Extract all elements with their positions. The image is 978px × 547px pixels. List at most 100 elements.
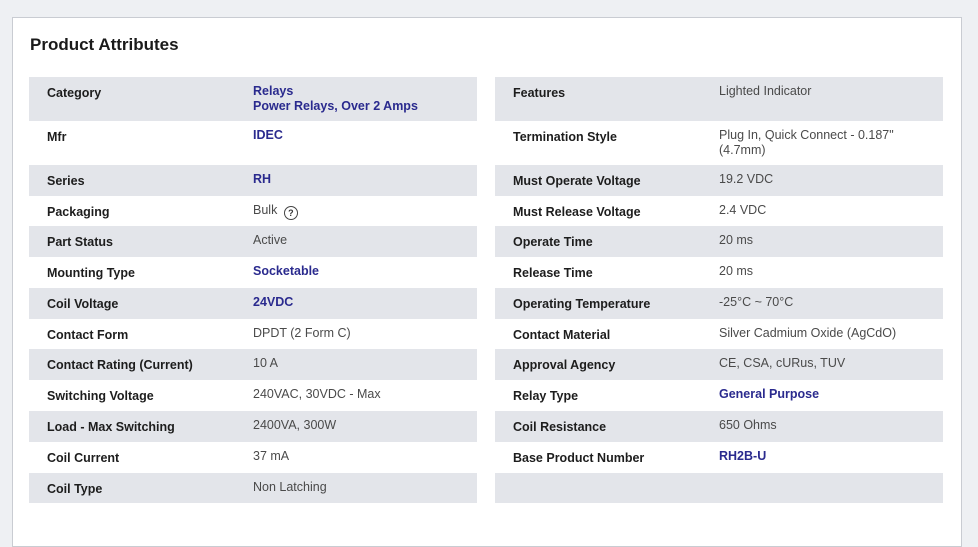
attribute-label: Coil Resistance [513,420,607,434]
attribute-value-text: 650 Ohms [719,418,777,432]
attribute-label: Series [47,174,85,188]
attribute-value [719,480,943,503]
help-icon[interactable]: ? [283,206,298,220]
attribute-label: Operating Temperature [513,297,651,311]
attribute-value: DPDT (2 Form C) [253,326,477,349]
attribute-value-link[interactable]: RH [253,172,469,187]
attribute-value-text: 20 ms [719,264,754,278]
attribute-value: 20 ms [719,233,943,257]
attribute-label: Relay Type [513,389,579,403]
attribute-value: 2400VA, 300W [253,418,477,442]
attribute-value: 24VDC [253,295,477,319]
attribute-row-base-product-number: Base Product Number RH2B-U [495,442,943,473]
attribute-value: 37 mA [253,449,477,473]
attribute-label: Packaging [47,205,110,219]
attribute-label: Must Release Voltage [513,205,641,219]
attribute-value: General Purpose [719,387,943,411]
attributes-right-column: Features Lighted Indicator Termination Sty… [495,77,943,503]
attribute-row-coil-voltage: Coil Voltage 24VDC [29,288,477,319]
attribute-value-link[interactable]: 24VDC [253,295,469,310]
attribute-value-text: -25°C ~ 70°C [719,295,794,309]
attribute-row-approval-agency: Approval Agency CE, CSA, cURus, TUV [495,349,943,380]
attribute-row-category: Category Relays Power Relays, Over 2 Amps [29,77,477,121]
attribute-row-mfr: Mfr IDEC [29,121,477,165]
attribute-row-must-operate-voltage: Must Operate Voltage 19.2 VDC [495,165,943,196]
attribute-value: 20 ms [719,264,943,288]
attribute-value: IDEC [253,128,477,165]
attribute-value: Plug In, Quick Connect - 0.187" (4.7mm) [719,128,943,165]
attribute-value-link[interactable]: RH2B-U [719,449,935,464]
attribute-value: 19.2 VDC [719,172,943,196]
attribute-row-part-status: Part Status Active [29,226,477,257]
attribute-value-link[interactable]: General Purpose [719,387,935,402]
attribute-value-text: 2400VA, 300W [253,418,337,432]
attribute-label: Features [513,86,566,100]
attribute-label: Must Operate Voltage [513,174,641,188]
attribute-row-release-time: Release Time 20 ms [495,257,943,288]
attribute-value-text: 20 ms [719,233,754,247]
attribute-value: RH2B-U [719,449,943,473]
attribute-value-text: 240VAC, 30VDC - Max [253,387,381,401]
attribute-label: Base Product Number [513,451,645,465]
attribute-value: Silver Cadmium Oxide (AgCdO) [719,326,943,349]
product-attributes-panel: Product Attributes Category Relays Power R… [12,17,962,547]
attribute-value: 10 A [253,356,477,380]
attribute-row-empty [495,473,943,503]
attribute-value: 2.4 VDC [719,203,943,226]
attribute-label [495,480,719,503]
attribute-row-contact-rating-current: Contact Rating (Current) 10 A [29,349,477,380]
attribute-row-coil-type: Coil Type Non Latching [29,473,477,503]
attribute-label: Contact Material [513,328,611,342]
attribute-label: Part Status [47,235,113,249]
attributes-left-column: Category Relays Power Relays, Over 2 Amps M… [29,77,477,503]
attribute-value: CE, CSA, cURus, TUV [719,356,943,380]
attribute-value-text: 2.4 VDC [719,203,767,217]
attribute-value-text: Active [253,233,288,247]
attribute-value-text: 37 mA [253,449,290,463]
attribute-value: Active [253,233,477,257]
attribute-value-link[interactable]: Relays [253,84,469,99]
attribute-label: Mfr [47,130,67,144]
attribute-label: Approval Agency [513,358,616,372]
attribute-row-operate-time: Operate Time 20 ms [495,226,943,257]
attribute-value-link[interactable]: IDEC [253,128,469,143]
attribute-value-link[interactable]: Socketable [253,264,469,279]
attribute-value-link[interactable]: Power Relays, Over 2 Amps [253,99,469,114]
attribute-label: Load - Max Switching [47,420,175,434]
attribute-row-load-max-switching: Load - Max Switching 2400VA, 300W [29,411,477,442]
attribute-row-contact-material: Contact Material Silver Cadmium Oxide (Ag… [495,319,943,349]
attribute-value: Relays Power Relays, Over 2 Amps [253,84,477,121]
attribute-label: Contact Rating (Current) [47,358,193,372]
attribute-value: -25°C ~ 70°C [719,295,943,319]
attribute-label: Termination Style [513,130,617,144]
attribute-value-text: Bulk ? [253,203,469,220]
attribute-value-text: Lighted Indicator [719,84,812,98]
attribute-row-contact-form: Contact Form DPDT (2 Form C) [29,319,477,349]
attribute-value-text: (4.7mm) [719,143,766,157]
attribute-row-coil-resistance: Coil Resistance 650 Ohms [495,411,943,442]
attribute-value: RH [253,172,477,196]
attribute-row-coil-current: Coil Current 37 mA [29,442,477,473]
attribute-label: Coil Current [47,451,120,465]
attribute-value-text: Silver Cadmium Oxide (AgCdO) [719,326,897,340]
attribute-row-operating-temperature: Operating Temperature -25°C ~ 70°C [495,288,943,319]
attribute-row-relay-type: Relay Type General Purpose [495,380,943,411]
attribute-value-text: CE, CSA, cURus, TUV [719,356,846,370]
attribute-value-text: Plug In, Quick Connect - 0.187" [719,128,894,142]
attribute-value: Non Latching [253,480,477,503]
attribute-value: Bulk ? [253,203,477,226]
attribute-value: 240VAC, 30VDC - Max [253,387,477,411]
attribute-row-termination-style: Termination Style Plug In, Quick Connect … [495,121,943,165]
attribute-label: Operate Time [513,235,593,249]
attribute-value: 650 Ohms [719,418,943,442]
attribute-label: Switching Voltage [47,389,154,403]
attribute-row-series: Series RH [29,165,477,196]
attribute-value-text: 10 A [253,356,279,370]
attribute-value: Socketable [253,264,477,288]
attribute-label: Mounting Type [47,266,135,280]
attribute-row-mounting-type: Mounting Type Socketable [29,257,477,288]
attribute-value-text: 19.2 VDC [719,172,774,186]
attribute-row-features: Features Lighted Indicator [495,77,943,121]
attribute-value-text: DPDT (2 Form C) [253,326,351,340]
attribute-label: Coil Voltage [47,297,119,311]
